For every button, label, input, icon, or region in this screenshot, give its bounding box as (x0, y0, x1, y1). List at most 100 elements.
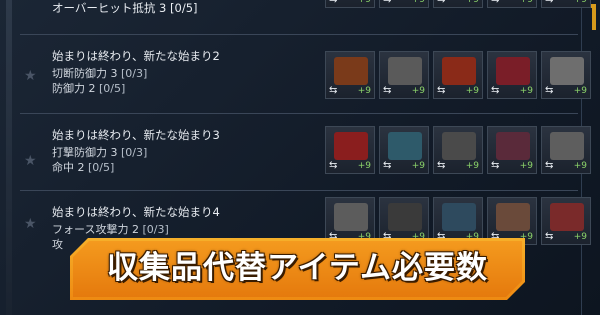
item-art-icon (442, 57, 476, 85)
star-icon: ★ (24, 68, 37, 84)
set-row-title: 始まりは終わり、新たな始まり2 (52, 49, 220, 63)
enhance-level: +9 (573, 161, 587, 171)
enhance-level: +9 (357, 86, 371, 96)
set-row-title: 始まりは終わり、新たな始まり3 (52, 128, 220, 142)
item-art-icon (496, 57, 530, 85)
enhance-level: +9 (357, 0, 371, 5)
item-art-icon (388, 57, 422, 85)
item-art-icon (442, 132, 476, 160)
stat-progress: [0/5] (88, 161, 115, 174)
enhance-level: +9 (465, 0, 479, 5)
banner-title: 収集品代替アイテム必要数 (107, 250, 488, 286)
item-slot[interactable]: ⇆ +9 (541, 197, 591, 245)
swap-icon: ⇆ (491, 0, 499, 5)
item-slot[interactable]: ⇆ +9 (433, 0, 483, 8)
set-row-3-items: ⇆ +9 ⇆ +9 ⇆ +9 ⇆ +9 ⇆ +9 (325, 197, 591, 245)
swap-icon: ⇆ (545, 160, 554, 171)
swap-icon: ⇆ (491, 160, 500, 171)
swap-icon: ⇆ (329, 85, 338, 96)
item-slot[interactable]: ⇆+9 (433, 51, 483, 99)
item-art-icon (334, 203, 368, 231)
star-icon: ★ (24, 153, 37, 169)
swap-icon: ⇆ (329, 0, 337, 5)
set-row-title: オーバーヒット抵抗 3 [0/5] (52, 1, 198, 15)
item-art-icon (334, 57, 368, 85)
stat-label: 打撃防御力 (52, 146, 107, 159)
enhance-level: +9 (573, 232, 587, 242)
item-slot[interactable]: ⇆+9 (325, 197, 375, 245)
stat-value: 3 (110, 146, 118, 159)
item-slot[interactable]: ⇆+9 (379, 197, 429, 245)
stat-line: 防御力 2 [0/5] (52, 81, 332, 96)
enhance-level: +9 (465, 161, 479, 171)
stat-label: 命中 (52, 161, 74, 174)
swap-icon: ⇆ (545, 231, 554, 242)
enhance-level: +9 (573, 0, 587, 5)
stat-line: 打撃防御力 3 [0/3] (52, 145, 332, 160)
swap-icon: ⇆ (545, 85, 554, 96)
item-art-icon (496, 132, 530, 160)
item-art-icon (388, 132, 422, 160)
star-icon: ★ (24, 216, 37, 232)
item-slot[interactable]: ⇆ +9 (379, 126, 429, 174)
stat-value: 2 (131, 223, 139, 236)
stat-progress: [0/5] (99, 82, 126, 95)
set-row-title: 始まりは終わり、新たな始まり4 (52, 205, 220, 219)
item-art-icon (442, 203, 476, 231)
stat-line: 命中 2 [0/5] (52, 160, 332, 175)
swap-icon: ⇆ (437, 160, 446, 171)
stat-label: 切断防御力 (52, 67, 107, 80)
item-art-icon (550, 57, 584, 85)
swap-icon: ⇆ (437, 0, 445, 5)
item-art-icon (496, 203, 530, 231)
stat-label: 攻 (52, 238, 63, 251)
stat-value: 2 (88, 82, 96, 95)
enhance-level: +9 (411, 0, 425, 5)
item-slot[interactable]: ⇆ +9 (541, 0, 591, 8)
item-art-icon (550, 203, 584, 231)
set-row-0[interactable]: オーバーヒット抵抗 3 [0/5] ⇆ +9 ⇆ +9 ⇆ +9 ⇆ +9 ⇆ +9 (20, 0, 591, 15)
stat-line: フォース攻撃力 2 [0/3] (52, 222, 332, 237)
stat-label: フォース攻撃力 (52, 223, 129, 236)
item-slot[interactable]: ⇆+9 (379, 51, 429, 99)
item-slot[interactable]: ⇆+9 (487, 197, 537, 245)
item-slot[interactable]: ⇆ +9 (487, 0, 537, 8)
item-slot[interactable]: ⇆ +9 (541, 126, 591, 174)
game-panel: オーバーヒット抵抗 3 [0/5] ⇆+9 ⇆+9 ⇆+9 ⇆+9 ⇆+9 ★ … (0, 0, 600, 315)
swap-icon: ⇆ (383, 160, 392, 171)
stat-progress: [0/3] (121, 67, 148, 80)
item-slot[interactable]: ⇆ +9 (541, 51, 591, 99)
stat-value: 3 (110, 67, 118, 80)
set-row-2-text: 始まりは終わり、新たな始まり3 打撃防御力 3 [0/3] 命中 2 [0/5] (52, 128, 332, 175)
enhance-level: +9 (573, 86, 587, 96)
enhance-level: +9 (519, 0, 533, 5)
item-art-icon (550, 132, 584, 160)
item-slot[interactable]: ⇆ +9 (433, 126, 483, 174)
item-slot[interactable]: ⇆ +9 (487, 51, 537, 99)
title-banner: 収集品代替アイテム必要数 (70, 238, 525, 300)
swap-icon: ⇆ (545, 0, 553, 5)
stat-label: 防御力 (52, 82, 85, 95)
enhance-level: +9 (411, 86, 425, 96)
item-slot[interactable]: ⇆+9 (433, 197, 483, 245)
enhance-level: +9 (519, 161, 533, 171)
enhance-level: +9 (357, 161, 371, 171)
set-row-1-text: 始まりは終わり、新たな始まり2 切断防御力 3 [0/3] 防御力 2 [0/5… (52, 49, 332, 96)
stat-value: 2 (77, 161, 85, 174)
enhance-level: +9 (519, 86, 533, 96)
item-art-icon (388, 203, 422, 231)
swap-icon: ⇆ (491, 85, 500, 96)
item-slot[interactable]: ⇆ +9 (325, 126, 375, 174)
stat-progress: [0/3] (121, 146, 148, 159)
item-slot[interactable]: ⇆ +9 (325, 51, 375, 99)
item-slot[interactable]: ⇆ +9 (325, 0, 375, 8)
item-slot[interactable]: ⇆ +9 (487, 126, 537, 174)
item-art-icon (334, 132, 368, 160)
enhance-level: +9 (411, 161, 425, 171)
swap-icon: ⇆ (329, 160, 338, 171)
swap-icon: ⇆ (437, 85, 446, 96)
item-slot[interactable]: ⇆+9 (379, 0, 429, 8)
set-row-0-text: オーバーヒット抵抗 3 [0/5] (52, 1, 332, 18)
frame-left-border (6, 0, 12, 315)
stat-progress: [0/3] (142, 223, 169, 236)
